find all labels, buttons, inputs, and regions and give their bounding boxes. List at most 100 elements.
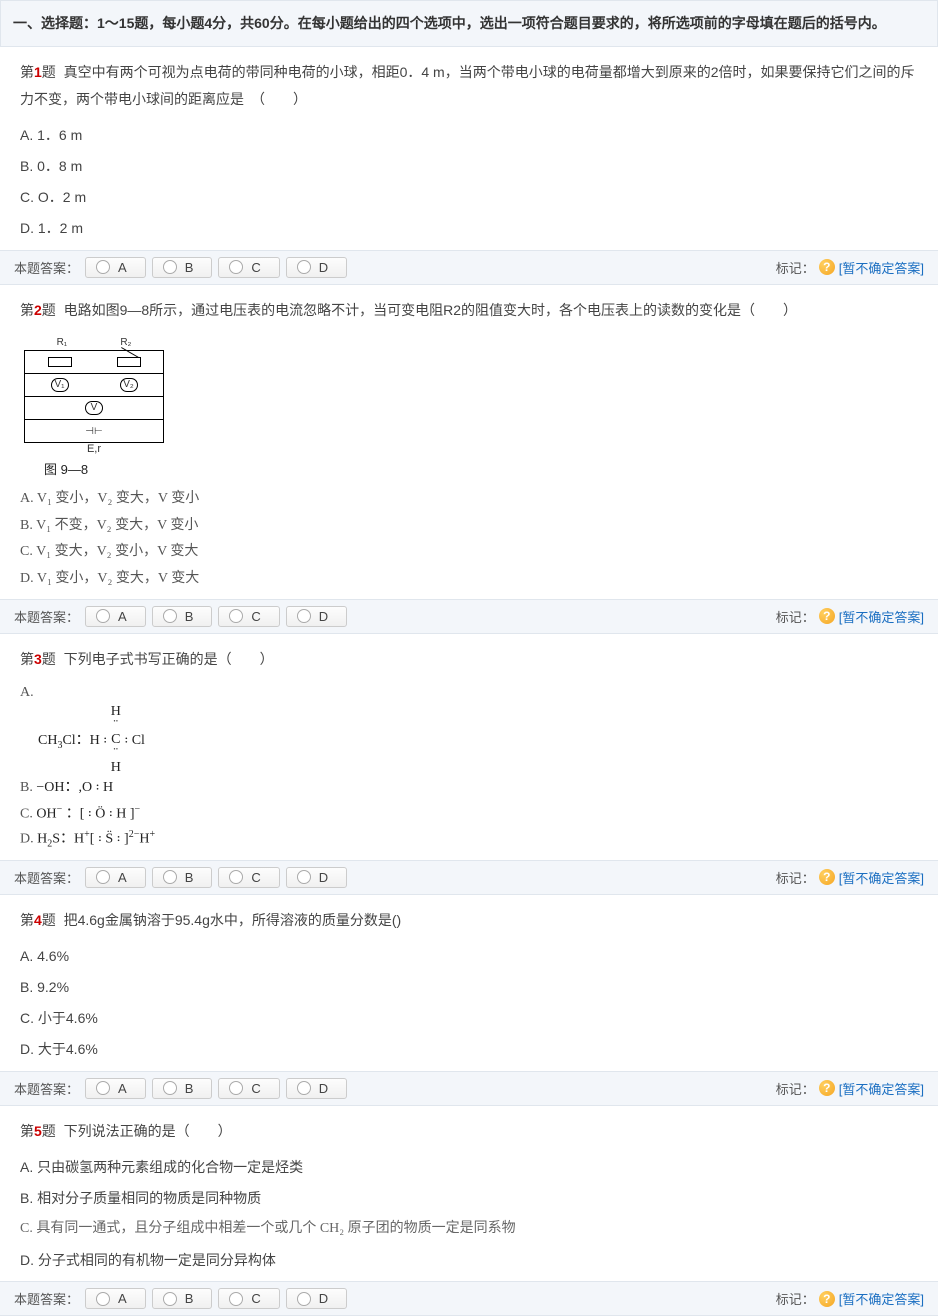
mark-uncertain-link[interactable]: [暂不确定答案] bbox=[839, 1289, 924, 1308]
q-number: 1 bbox=[34, 64, 42, 80]
question-5-options: A. 只由碳氢两种元素组成的化合物一定是烃类 B. 相对分子质量相同的物质是同种… bbox=[20, 1152, 918, 1275]
mark-area: 标记： ? [暂不确定答案] bbox=[776, 868, 924, 887]
option: B. 9.2% bbox=[20, 972, 918, 1003]
answer-label: 本题答案： bbox=[14, 1289, 79, 1308]
option: D. H2S：H+[ ꞉ S̈ ꞉ ]2−H+ bbox=[20, 826, 918, 853]
choice-C-button[interactable]: C bbox=[218, 257, 279, 278]
question-5: 第5题 下列说法正确的是（ ） A. 只由碳氢两种元素组成的化合物一定是烃类 B… bbox=[0, 1106, 938, 1282]
q-prefix: 第 bbox=[20, 912, 34, 928]
mark-area: 标记： ? [暂不确定答案] bbox=[776, 258, 924, 277]
mark-uncertain-link[interactable]: [暂不确定答案] bbox=[839, 258, 924, 277]
question-2-title: 第2题 电路如图9—8所示，通过电压表的电流忽略不计，当可变电阻R2的阻值变大时… bbox=[20, 297, 918, 324]
mark-uncertain-link[interactable]: [暂不确定答案] bbox=[839, 607, 924, 626]
choice-B-button[interactable]: B bbox=[152, 1078, 213, 1099]
option: B. −OH：,O ꞉ H bbox=[20, 775, 918, 800]
radio-icon bbox=[297, 609, 311, 623]
option: A. 1．6 m bbox=[20, 120, 918, 151]
mark-label: 标记： bbox=[776, 868, 815, 887]
answer-bar-4: 本题答案： A B C D 标记： ? [暂不确定答案] bbox=[0, 1071, 938, 1106]
mark-uncertain-link[interactable]: [暂不确定答案] bbox=[839, 1079, 924, 1098]
radio-icon bbox=[163, 260, 177, 274]
option: B. 相对分子质量相同的物质是同种物质 bbox=[20, 1183, 918, 1214]
radio-icon bbox=[229, 870, 243, 884]
radio-icon bbox=[297, 1292, 311, 1306]
answer-bar-1: 本题答案： A B C D 标记： ? [暂不确定答案] bbox=[0, 250, 938, 285]
question-3-options: A. CH3Cl：H ꞉ H ¨ C ¨ H ꞉ Cl B. −OH：,O ꞉ … bbox=[20, 680, 918, 854]
choice-B-button[interactable]: B bbox=[152, 1288, 213, 1309]
help-icon[interactable]: ? bbox=[819, 608, 835, 624]
circuit-figure: R₁R₂ V₁V₂ V ⊣⊢ E,r 图 9—8 bbox=[20, 329, 918, 478]
mark-area: 标记： ? [暂不确定答案] bbox=[776, 1079, 924, 1098]
choice-C-button[interactable]: C bbox=[218, 1288, 279, 1309]
radio-icon bbox=[229, 609, 243, 623]
q-number: 2 bbox=[34, 302, 42, 318]
q-number: 5 bbox=[34, 1123, 42, 1139]
choice-C-button[interactable]: C bbox=[218, 1078, 279, 1099]
choice-text: D bbox=[319, 1081, 328, 1096]
option: D. V₁ 变小，V₂ 变大，V 变大 bbox=[20, 566, 918, 593]
choice-text: C bbox=[251, 609, 260, 624]
radio-icon bbox=[96, 609, 110, 623]
choice-text: D bbox=[319, 1291, 328, 1306]
choice-text: A bbox=[118, 870, 127, 885]
radio-icon bbox=[96, 870, 110, 884]
choice-C-button[interactable]: C bbox=[218, 606, 279, 627]
choice-D-button[interactable]: D bbox=[286, 1078, 347, 1099]
q-suffix: 题 bbox=[42, 64, 56, 80]
choice-text: A bbox=[118, 260, 127, 275]
choice-D-button[interactable]: D bbox=[286, 1288, 347, 1309]
q-prefix: 第 bbox=[20, 302, 34, 318]
mark-area: 标记： ? [暂不确定答案] bbox=[776, 1289, 924, 1308]
option: A. 只由碳氢两种元素组成的化合物一定是烃类 bbox=[20, 1152, 918, 1183]
choice-text: A bbox=[118, 609, 127, 624]
choice-A-button[interactable]: A bbox=[85, 257, 146, 278]
q-number: 3 bbox=[34, 651, 42, 667]
radio-icon bbox=[163, 1081, 177, 1095]
help-icon[interactable]: ? bbox=[819, 1080, 835, 1096]
help-icon[interactable]: ? bbox=[819, 1291, 835, 1307]
choice-text: B bbox=[185, 1081, 194, 1096]
help-icon[interactable]: ? bbox=[819, 259, 835, 275]
option: C. 小于4.6% bbox=[20, 1003, 918, 1034]
radio-icon bbox=[96, 1081, 110, 1095]
question-5-stem: 下列说法正确的是（ ） bbox=[64, 1123, 232, 1139]
option: B. V₁ 不变，V₂ 变大，V 变小 bbox=[20, 513, 918, 540]
section-header: 一、选择题：1～15题，每小题4分，共60分。在每小题给出的四个选项中，选出一项… bbox=[0, 0, 938, 47]
option: D. 大于4.6% bbox=[20, 1034, 918, 1065]
choice-text: A bbox=[118, 1081, 127, 1096]
choice-A-button[interactable]: A bbox=[85, 1288, 146, 1309]
choice-B-button[interactable]: B bbox=[152, 606, 213, 627]
question-4: 第4题 把4.6g金属钠溶于95.4g水中，所得溶液的质量分数是() A. 4.… bbox=[0, 895, 938, 1071]
choice-D-button[interactable]: D bbox=[286, 257, 347, 278]
option: A. V₁ 变小，V₂ 变大，V 变小 bbox=[20, 486, 918, 513]
question-2-stem: 电路如图9—8所示，通过电压表的电流忽略不计，当可变电阻R2的阻值变大时，各个电… bbox=[64, 302, 797, 318]
radio-icon bbox=[229, 1081, 243, 1095]
help-icon[interactable]: ? bbox=[819, 869, 835, 885]
choice-D-button[interactable]: D bbox=[286, 606, 347, 627]
choice-A-button[interactable]: A bbox=[85, 867, 146, 888]
choice-B-button[interactable]: B bbox=[152, 867, 213, 888]
question-3-stem: 下列电子式书写正确的是（ ） bbox=[64, 651, 274, 667]
radio-icon bbox=[96, 260, 110, 274]
radio-icon bbox=[297, 1081, 311, 1095]
choice-C-button[interactable]: C bbox=[218, 867, 279, 888]
choice-D-button[interactable]: D bbox=[286, 867, 347, 888]
answer-bar-5: 本题答案： A B C D 标记： ? [暂不确定答案] bbox=[0, 1281, 938, 1316]
radio-icon bbox=[229, 260, 243, 274]
q-prefix: 第 bbox=[20, 1123, 34, 1139]
choice-text: C bbox=[251, 1081, 260, 1096]
q-prefix: 第 bbox=[20, 64, 34, 80]
option: A. CH3Cl：H ꞉ H ¨ C ¨ H ꞉ Cl bbox=[20, 680, 918, 775]
question-2-options: A. V₁ 变小，V₂ 变大，V 变小 B. V₁ 不变，V₂ 变大，V 变小 … bbox=[20, 486, 918, 592]
mark-uncertain-link[interactable]: [暂不确定答案] bbox=[839, 868, 924, 887]
question-3: 第3题 下列电子式书写正确的是（ ） A. CH3Cl：H ꞉ H ¨ C ¨ … bbox=[0, 634, 938, 860]
q-prefix: 第 bbox=[20, 651, 34, 667]
radio-icon bbox=[229, 1292, 243, 1306]
figure-caption: 图 9—8 bbox=[44, 459, 918, 478]
question-4-stem: 把4.6g金属钠溶于95.4g水中，所得溶液的质量分数是() bbox=[64, 912, 402, 928]
choice-A-button[interactable]: A bbox=[85, 606, 146, 627]
mark-label: 标记： bbox=[776, 607, 815, 626]
question-4-options: A. 4.6% B. 9.2% C. 小于4.6% D. 大于4.6% bbox=[20, 941, 918, 1064]
choice-B-button[interactable]: B bbox=[152, 257, 213, 278]
choice-A-button[interactable]: A bbox=[85, 1078, 146, 1099]
